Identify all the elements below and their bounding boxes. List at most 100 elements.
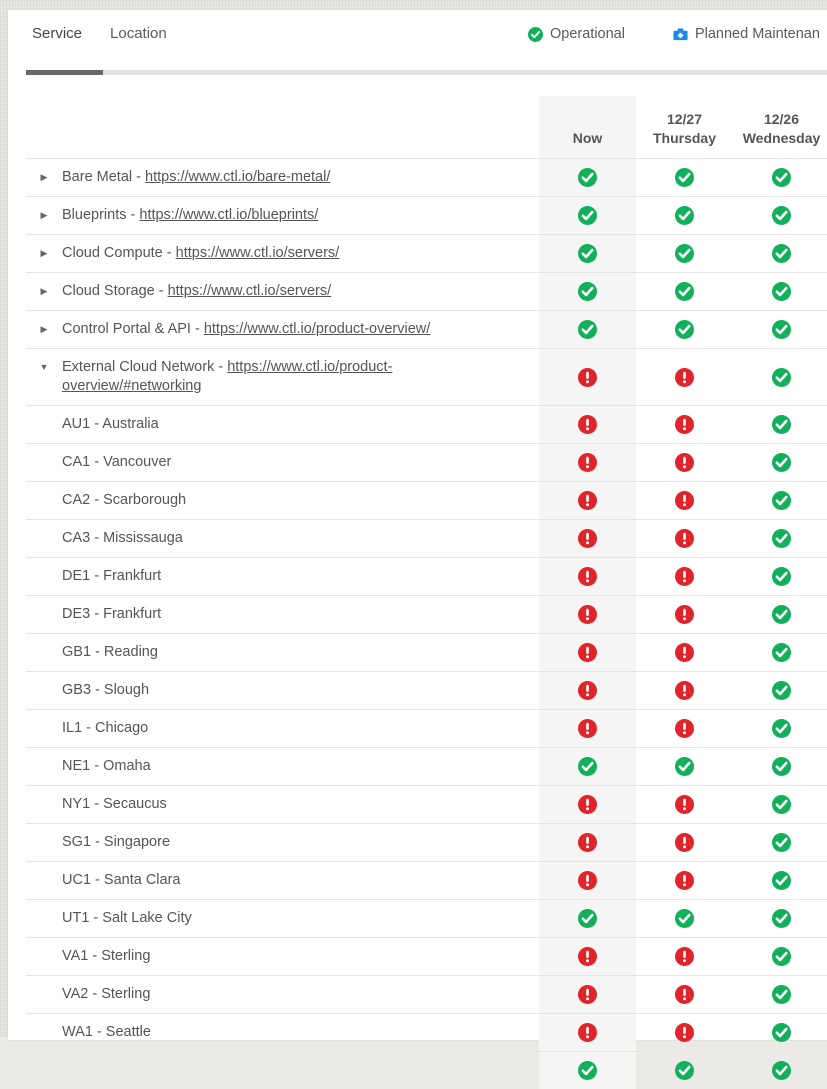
location-row[interactable]: GB3 - Slough — [26, 671, 827, 709]
status-cell[interactable] — [733, 672, 827, 709]
status-cell[interactable] — [733, 520, 827, 557]
status-cell[interactable] — [539, 786, 636, 823]
status-cell[interactable] — [733, 159, 827, 196]
service-row[interactable]: ▶ Blueprints - https://www.ctl.io/bluepri… — [26, 196, 827, 234]
status-cell[interactable] — [539, 824, 636, 861]
status-cell[interactable] — [733, 558, 827, 595]
status-cell[interactable] — [539, 197, 636, 234]
service-row[interactable]: ▼ External Cloud Network - https://www.ct… — [26, 348, 827, 405]
status-cell[interactable] — [733, 1014, 827, 1051]
status-cell[interactable] — [636, 558, 733, 595]
status-cell[interactable] — [636, 824, 733, 861]
location-row[interactable]: NY1 - Secaucus — [26, 785, 827, 823]
status-cell[interactable] — [539, 235, 636, 272]
location-row[interactable]: CA2 - Scarborough — [26, 481, 827, 519]
service-link[interactable]: https://www.ctl.io/product-overview/ — [204, 321, 430, 337]
status-cell[interactable] — [636, 197, 733, 234]
status-cell[interactable] — [636, 862, 733, 899]
service-row[interactable]: ▶ Control Portal & API - https://www.ctl.… — [26, 310, 827, 348]
legend-item-operational[interactable]: Operational — [528, 26, 625, 42]
service-link[interactable]: https://www.ctl.io/servers/ — [176, 245, 340, 261]
status-cell[interactable] — [539, 748, 636, 785]
status-cell[interactable] — [733, 938, 827, 975]
status-cell[interactable] — [539, 273, 636, 310]
legend-item-planned-maintenance[interactable]: Planned Maintenan — [673, 26, 820, 42]
status-cell[interactable] — [539, 311, 636, 348]
status-cell[interactable] — [636, 672, 733, 709]
status-cell[interactable] — [733, 444, 827, 481]
location-row[interactable]: VA1 - Sterling — [26, 937, 827, 975]
service-link[interactable]: https://www.ctl.io/blueprints/ — [139, 207, 318, 223]
status-cell[interactable] — [539, 1052, 636, 1089]
status-cell[interactable] — [733, 634, 827, 671]
status-cell[interactable] — [733, 197, 827, 234]
location-row[interactable]: DE3 - Frankfurt — [26, 595, 827, 633]
status-cell[interactable] — [733, 349, 827, 405]
chevron-right-icon[interactable]: ▶ — [26, 282, 62, 301]
status-cell[interactable] — [539, 406, 636, 443]
status-cell[interactable] — [539, 482, 636, 519]
status-cell[interactable] — [636, 273, 733, 310]
status-cell[interactable] — [733, 786, 827, 823]
status-cell[interactable] — [636, 406, 733, 443]
status-cell[interactable] — [539, 444, 636, 481]
service-row[interactable]: ▶ Cloud Storage - https://www.ctl.io/serv… — [26, 272, 827, 310]
status-cell[interactable] — [539, 349, 636, 405]
tab-location[interactable]: Location — [96, 10, 181, 58]
location-row[interactable]: GB1 - Reading — [26, 633, 827, 671]
status-cell[interactable] — [636, 634, 733, 671]
location-row[interactable] — [26, 1051, 827, 1089]
status-cell[interactable] — [733, 976, 827, 1013]
chevron-right-icon[interactable]: ▶ — [26, 206, 62, 225]
chevron-down-icon[interactable]: ▼ — [26, 358, 62, 377]
status-cell[interactable] — [539, 1014, 636, 1051]
status-cell[interactable] — [539, 634, 636, 671]
location-row[interactable]: UT1 - Salt Lake City — [26, 899, 827, 937]
status-cell[interactable] — [636, 596, 733, 633]
status-cell[interactable] — [636, 444, 733, 481]
status-cell[interactable] — [733, 1052, 827, 1089]
chevron-right-icon[interactable]: ▶ — [26, 244, 62, 263]
status-cell[interactable] — [636, 710, 733, 747]
status-cell[interactable] — [636, 235, 733, 272]
location-row[interactable]: DE1 - Frankfurt — [26, 557, 827, 595]
status-cell[interactable] — [733, 710, 827, 747]
location-row[interactable]: CA1 - Vancouver — [26, 443, 827, 481]
status-cell[interactable] — [636, 976, 733, 1013]
location-row[interactable]: NE1 - Omaha — [26, 747, 827, 785]
status-cell[interactable] — [733, 862, 827, 899]
service-link[interactable]: https://www.ctl.io/servers/ — [168, 283, 332, 299]
status-cell[interactable] — [636, 748, 733, 785]
location-row[interactable]: AU1 - Australia — [26, 405, 827, 443]
tab-service[interactable]: Service — [18, 10, 96, 58]
location-row[interactable]: VA2 - Sterling — [26, 975, 827, 1013]
chevron-right-icon[interactable]: ▶ — [26, 168, 62, 187]
location-row[interactable]: WA1 - Seattle — [26, 1013, 827, 1051]
status-cell[interactable] — [733, 596, 827, 633]
status-cell[interactable] — [636, 1052, 733, 1089]
status-cell[interactable] — [636, 349, 733, 405]
status-cell[interactable] — [733, 900, 827, 937]
status-cell[interactable] — [636, 1014, 733, 1051]
status-cell[interactable] — [733, 748, 827, 785]
status-cell[interactable] — [733, 824, 827, 861]
status-cell[interactable] — [539, 710, 636, 747]
status-cell[interactable] — [733, 482, 827, 519]
service-link[interactable]: https://www.ctl.io/bare-metal/ — [145, 169, 330, 185]
status-cell[interactable] — [636, 159, 733, 196]
status-cell[interactable] — [539, 900, 636, 937]
chevron-right-icon[interactable]: ▶ — [26, 320, 62, 339]
status-cell[interactable] — [733, 235, 827, 272]
status-cell[interactable] — [636, 482, 733, 519]
status-cell[interactable] — [539, 862, 636, 899]
status-cell[interactable] — [636, 786, 733, 823]
location-row[interactable]: CA3 - Mississauga — [26, 519, 827, 557]
status-cell[interactable] — [733, 406, 827, 443]
status-cell[interactable] — [539, 159, 636, 196]
service-row[interactable]: ▶ Bare Metal - https://www.ctl.io/bare-me… — [26, 158, 827, 196]
status-cell[interactable] — [539, 976, 636, 1013]
location-row[interactable]: SG1 - Singapore — [26, 823, 827, 861]
status-cell[interactable] — [636, 520, 733, 557]
status-cell[interactable] — [636, 900, 733, 937]
status-cell[interactable] — [733, 311, 827, 348]
